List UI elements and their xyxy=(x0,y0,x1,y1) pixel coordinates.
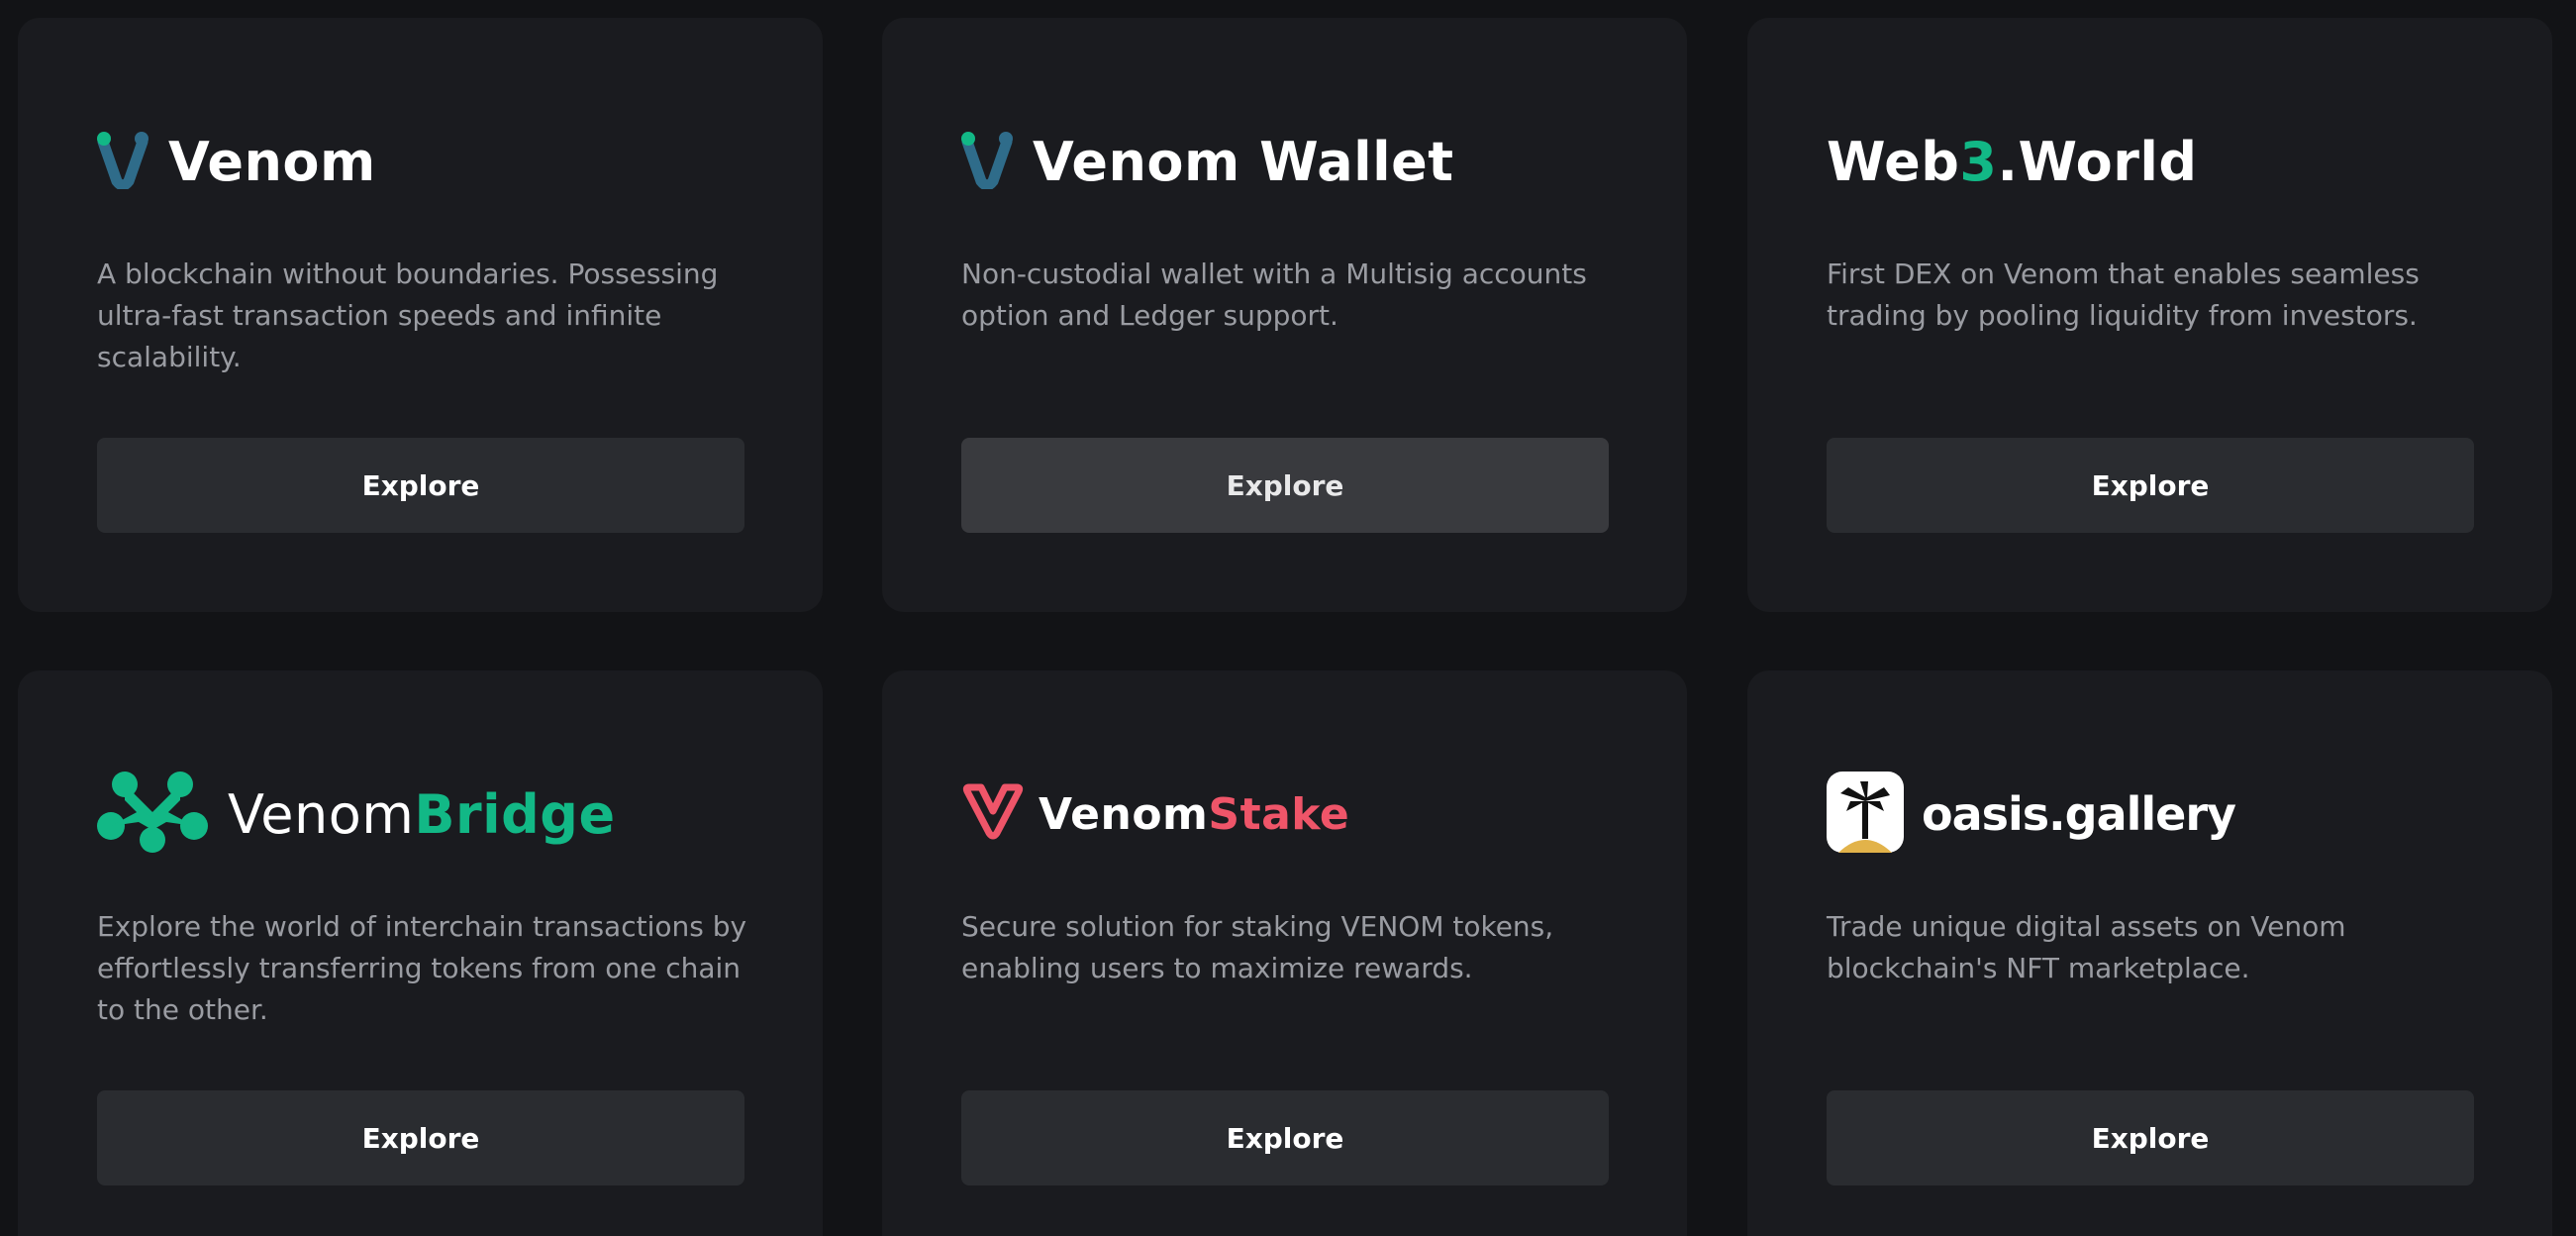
explore-button[interactable]: Explore xyxy=(97,1090,744,1185)
logo-text: oasis.gallery xyxy=(1922,787,2236,841)
card-description: Explore the world of interchain transact… xyxy=(97,910,747,1026)
explore-button[interactable]: Explore xyxy=(961,438,1609,533)
logo-text: Venom xyxy=(168,130,376,193)
projects-grid: Venom A blockchain without boundaries. P… xyxy=(0,0,2576,1236)
project-card-venom: Venom A blockchain without boundaries. P… xyxy=(18,18,823,612)
card-description: Secure solution for staking VENOM tokens… xyxy=(961,910,1554,984)
project-card-web3-world: Web3.World First DEX on Venom that enabl… xyxy=(1747,18,2552,612)
palm-tree-icon xyxy=(1827,771,1904,858)
card-description: Trade unique digital assets on Venom blo… xyxy=(1827,910,2346,984)
logo-text: Web3.World xyxy=(1827,131,2198,193)
oasis-gallery-logo: oasis.gallery xyxy=(1827,770,2236,859)
web3-world-logo: Web3.World xyxy=(1827,117,2198,206)
venom-bridge-icon xyxy=(97,771,208,859)
venom-bridge-logo: VenomBridge xyxy=(97,770,616,859)
card-description: First DEX on Venom that enables seamless… xyxy=(1827,258,2420,332)
logo-text: VenomBridge xyxy=(228,783,616,846)
logo-text-venom: Venom xyxy=(1039,788,1209,840)
venom-stake-icon xyxy=(961,783,1025,846)
explore-button[interactable]: Explore xyxy=(1827,438,2474,533)
project-card-venom-stake: VenomStake Secure solution for staking V… xyxy=(882,670,1687,1236)
card-description: Non-custodial wallet with a Multisig acc… xyxy=(961,258,1587,332)
project-card-venom-bridge: VenomBridge Explore the world of interch… xyxy=(18,670,823,1236)
venom-wallet-logo: Venom Wallet xyxy=(961,117,1454,206)
logo-text-venom: Venom xyxy=(228,782,415,846)
logo-text-bridge: Bridge xyxy=(414,782,616,846)
explore-button[interactable]: Explore xyxy=(97,438,744,533)
venom-v-icon xyxy=(97,130,149,194)
venom-v-icon xyxy=(961,130,1013,194)
logo-text-world: .World xyxy=(1997,130,2198,193)
logo-text-stake: Stake xyxy=(1208,788,1350,840)
project-card-oasis-gallery: oasis.gallery Trade unique digital asset… xyxy=(1747,670,2552,1236)
logo-text-3: 3 xyxy=(1959,130,1998,193)
project-card-venom-wallet: Venom Wallet Non-custodial wallet with a… xyxy=(882,18,1687,612)
logo-text: Venom Wallet xyxy=(1033,130,1454,193)
explore-button[interactable]: Explore xyxy=(1827,1090,2474,1185)
venom-logo: Venom xyxy=(97,117,376,206)
explore-button[interactable]: Explore xyxy=(961,1090,1609,1185)
logo-text-web: Web xyxy=(1827,130,1960,193)
card-description: A blockchain without boundaries. Possess… xyxy=(97,258,719,373)
logo-text: VenomStake xyxy=(1039,789,1349,840)
venom-stake-logo: VenomStake xyxy=(961,770,1349,859)
